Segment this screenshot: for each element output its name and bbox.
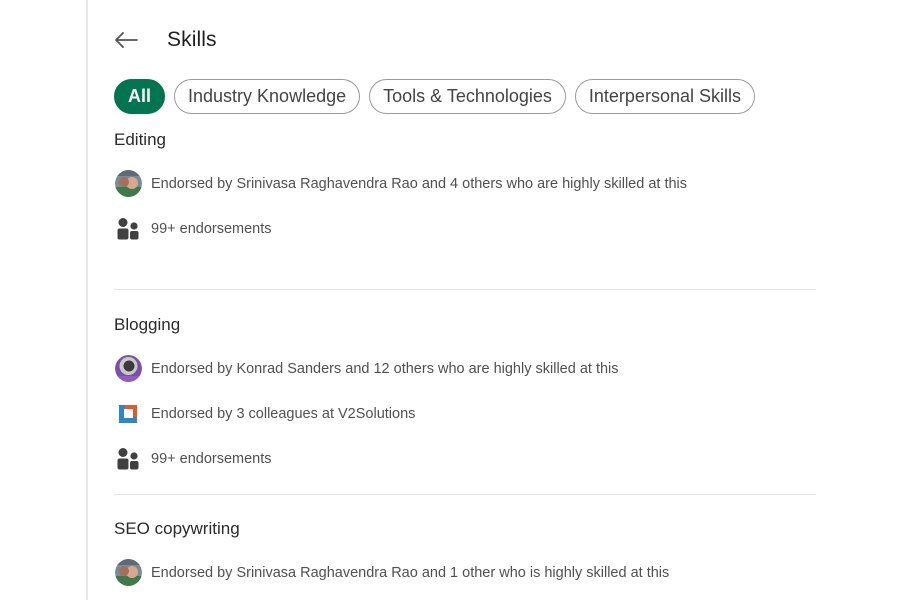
avatar-icon (114, 559, 142, 586)
filter-all[interactable]: All (114, 78, 166, 114)
skill-item-blogging: Blogging Endorsed by Konrad Sanders and … (114, 290, 816, 495)
endorsement-count-row: 99+ endorsements (114, 436, 816, 481)
endorsement-row: Endorsed by Konrad Sanders and 12 others… (114, 346, 816, 391)
colleague-endorsement-text[interactable]: Endorsed by 3 colleagues at V2Solutions (151, 406, 415, 422)
filter-industry-knowledge[interactable]: Industry Knowledge (174, 78, 361, 114)
endorsement-text[interactable]: Endorsed by Srinivasa Raghavendra Rao an… (151, 565, 669, 581)
back-button[interactable] (112, 26, 140, 54)
people-icon (117, 217, 139, 239)
avatar-icon (114, 170, 142, 197)
filter-interpersonal-skills[interactable]: Interpersonal Skills (574, 78, 755, 114)
people-icon (117, 447, 139, 469)
company-logo-icon (119, 404, 137, 423)
skill-name[interactable]: Editing (114, 128, 816, 152)
endorsement-text[interactable]: Endorsed by Srinivasa Raghavendra Rao an… (151, 176, 687, 192)
endorsement-count[interactable]: 99+ endorsements (151, 451, 272, 467)
colleague-endorsement-row: Endorsed by 3 colleagues at V2Solutions (114, 391, 816, 436)
endorsement-row: Endorsed by Srinivasa Raghavendra Rao an… (114, 550, 816, 595)
filter-tools-technologies[interactable]: Tools & Technologies (369, 78, 566, 114)
skill-item-seo-copywriting: SEO copywriting Endorsed by Srinivasa Ra… (114, 495, 816, 600)
page-title: Skills (167, 28, 217, 51)
skill-name[interactable]: Blogging (114, 313, 816, 337)
skill-item-editing: Editing Endorsed by Srinivasa Raghavendr… (114, 114, 816, 290)
endorsement-count-row: 99+ endorsements (114, 206, 816, 251)
avatar-icon (114, 355, 142, 382)
skills-panel: Skills All Industry Knowledge Tools & Te… (114, 0, 816, 600)
arrow-left-icon (115, 32, 138, 48)
endorsement-count[interactable]: 99+ endorsements (151, 221, 272, 237)
endorsement-row: Endorsed by Srinivasa Raghavendra Rao an… (114, 161, 816, 206)
endorsement-text[interactable]: Endorsed by Konrad Sanders and 12 others… (151, 361, 619, 377)
filter-pills: All Industry Knowledge Tools & Technolog… (114, 78, 816, 114)
skill-name[interactable]: SEO copywriting (114, 517, 816, 541)
left-border (86, 0, 88, 600)
header: Skills (114, 0, 816, 76)
